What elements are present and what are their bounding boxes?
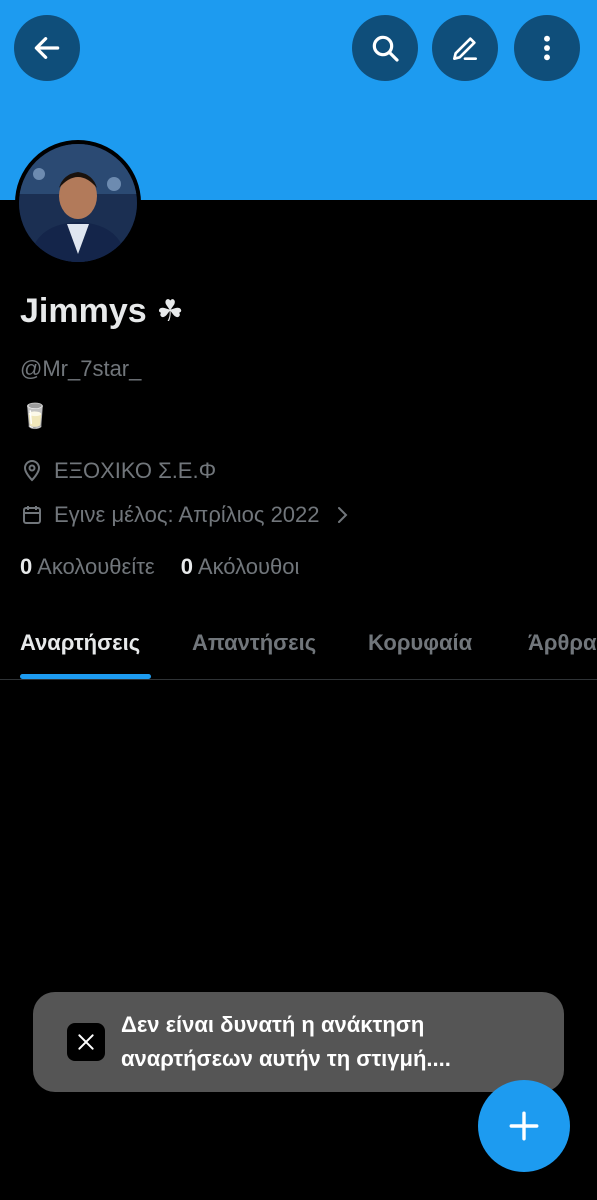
edit-button[interactable] (432, 15, 498, 81)
avatar-photo (19, 144, 137, 262)
calendar-icon (23, 506, 41, 524)
location-pin-icon (23, 460, 41, 482)
user-handle: @Mr_7star_ (20, 356, 142, 381)
chevron-right-icon (337, 507, 347, 523)
active-tab-indicator (20, 674, 151, 679)
profile-bio: 🥛 (20, 403, 50, 430)
location-row: ΕΞΟΧΙΚΟ Σ.Ε.Φ (20, 458, 216, 484)
edit-icon (453, 37, 477, 60)
error-toast: Δεν είναι δυνατή η ανάκτηση αναρτήσεων α… (33, 992, 564, 1092)
plus-icon (509, 1111, 539, 1141)
compose-button[interactable] (478, 1080, 570, 1172)
join-date-text: Εγινε μέλος: Απρίλιος 2022 (54, 502, 320, 527)
back-arrow-icon (34, 37, 60, 59)
following-link[interactable]: 0 Ακολουθείτε (20, 554, 155, 580)
followers-count: 0 (180, 554, 193, 579)
more-options-button[interactable] (514, 15, 580, 81)
following-label: Ακολουθείτε (37, 554, 155, 579)
search-icon (372, 35, 399, 62)
back-button[interactable] (14, 15, 80, 81)
more-vertical-icon (544, 35, 550, 61)
profile-tabs: Αναρτήσεις Απαντήσεις Κορυφαία Άρθρα (0, 620, 597, 680)
clover-emoji: ☘ (156, 295, 184, 328)
x-logo-icon (67, 1023, 105, 1061)
tab-articles[interactable]: Άρθρα (528, 630, 597, 656)
toast-line-2: αναρτήσεων αυτήν τη στιγμή.... (121, 1046, 451, 1071)
location-text: ΕΞΟΧΙΚΟ Σ.Ε.Φ (54, 458, 217, 483)
followers-label: Ακόλουθοι (197, 554, 300, 579)
tab-replies[interactable]: Απαντήσεις (192, 630, 316, 656)
followers-link[interactable]: 0 Ακόλουθοι (181, 554, 300, 580)
toast-message: Δεν είναι δυνατή η ανάκτηση αναρτήσεων α… (121, 1008, 541, 1076)
join-date-row[interactable]: Εγινε μέλος: Απρίλιος 2022 (20, 502, 354, 528)
avatar[interactable] (15, 140, 141, 266)
display-name: Jimmys (20, 292, 147, 330)
search-button[interactable] (352, 15, 418, 81)
tab-highlights[interactable]: Κορυφαία (368, 630, 472, 656)
tab-posts[interactable]: Αναρτήσεις (20, 630, 140, 656)
toast-line-1: Δεν είναι δυνατή η ανάκτηση (121, 1012, 425, 1037)
following-count: 0 (20, 554, 33, 579)
